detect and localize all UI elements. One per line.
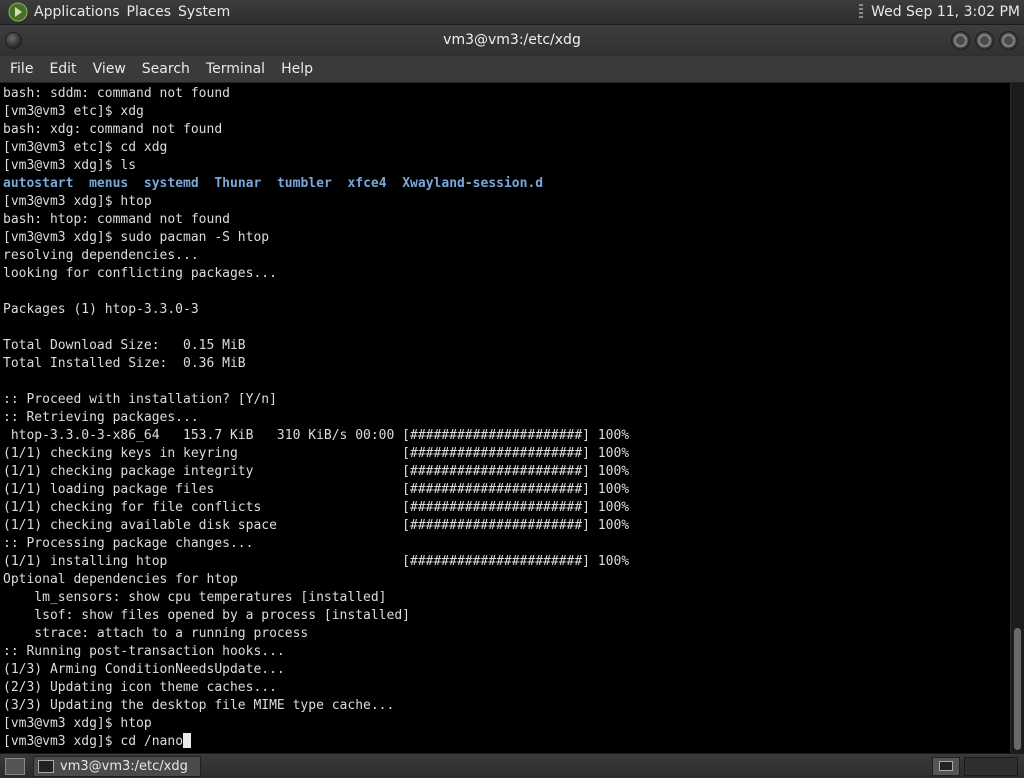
scrollbar-thumb[interactable] bbox=[1014, 628, 1021, 750]
directory-entry: Xwayland-session.d bbox=[402, 176, 544, 191]
applications-menu[interactable]: Applications bbox=[34, 0, 127, 25]
terminal-line: :: Processing package changes... bbox=[3, 536, 254, 551]
terminal-line: (1/1) installing htop [#################… bbox=[3, 554, 630, 569]
terminal-line: :: Proceed with installation? [Y/n] bbox=[3, 392, 277, 407]
directory-entry: menus bbox=[89, 176, 129, 191]
text-cursor bbox=[183, 733, 192, 748]
terminal-line: Optional dependencies for htop bbox=[3, 572, 238, 587]
menubar: File Edit View Search Terminal Help bbox=[0, 56, 1024, 83]
terminal-line: Total Download Size: 0.15 MiB bbox=[3, 338, 246, 353]
panel-handle-icon[interactable] bbox=[859, 4, 864, 20]
terminal-line: htop-3.3.0-3-x86_64 153.7 KiB 310 KiB/s … bbox=[3, 428, 630, 443]
terminal-line: strace: attach to a running process bbox=[3, 626, 309, 641]
terminal-line: lsof: show files opened by a process [in… bbox=[3, 608, 410, 623]
workspace-2[interactable] bbox=[964, 756, 1018, 776]
taskbar-item-label: vm3@vm3:/etc/xdg bbox=[60, 758, 188, 774]
terminal-line: lm_sensors: show cpu temperatures [insta… bbox=[3, 590, 387, 605]
terminal-line: (1/3) Arming ConditionNeedsUpdate... bbox=[3, 662, 285, 677]
terminal-line: (3/3) Updating the desktop file MIME typ… bbox=[3, 698, 395, 713]
prompt: [vm3@vm3 xdg]$ bbox=[3, 734, 121, 749]
menu-terminal[interactable]: Terminal bbox=[198, 56, 273, 83]
current-prompt-line: [vm3@vm3 xdg]$ cd /nano bbox=[3, 733, 1010, 751]
menu-view[interactable]: View bbox=[85, 56, 134, 83]
terminal-line: [vm3@vm3 etc]$ cd xdg bbox=[3, 140, 168, 155]
directory-entry: Thunar bbox=[214, 176, 262, 191]
terminal-line: Packages (1) htop-3.3.0-3 bbox=[3, 302, 199, 317]
menu-file[interactable]: File bbox=[2, 56, 41, 83]
taskbar-item-terminal[interactable]: vm3@vm3:/etc/xdg bbox=[33, 755, 201, 777]
menu-help[interactable]: Help bbox=[273, 56, 321, 83]
terminal-line: :: Running post-transaction hooks... bbox=[3, 644, 285, 659]
terminal-line: (1/1) checking package integrity [######… bbox=[3, 464, 630, 479]
menu-edit[interactable]: Edit bbox=[41, 56, 84, 83]
directory-entry: systemd bbox=[143, 176, 199, 191]
terminal-line: [vm3@vm3 xdg]$ sudo pacman -S htop bbox=[3, 230, 270, 245]
places-menu[interactable]: Places bbox=[127, 0, 179, 25]
terminal-scrollbar[interactable] bbox=[1010, 83, 1024, 753]
top-panel: Applications Places System Wed Sep 11, 3… bbox=[0, 0, 1024, 25]
window-menu-icon[interactable] bbox=[5, 32, 22, 49]
terminal-line: (1/1) checking available disk space [###… bbox=[3, 518, 630, 533]
menu-search[interactable]: Search bbox=[134, 56, 198, 83]
terminal-window: vm3@vm3:/etc/xdg File Edit View Search T… bbox=[0, 25, 1024, 753]
show-desktop-icon[interactable] bbox=[5, 757, 25, 775]
terminal-line: :: Retrieving packages... bbox=[3, 410, 199, 425]
terminal-output[interactable]: bash: sddm: command not found [vm3@vm3 et… bbox=[0, 83, 1010, 753]
terminal-line: looking for conflicting packages... bbox=[3, 266, 277, 281]
terminal-line: (1/1) checking keys in keyring [########… bbox=[3, 446, 630, 461]
directory-entry: tumbler bbox=[276, 176, 332, 191]
close-icon[interactable] bbox=[999, 31, 1018, 50]
terminal-icon bbox=[38, 759, 54, 773]
directory-entry: xfce4 bbox=[347, 176, 387, 191]
command-input[interactable]: cd /nano bbox=[120, 734, 183, 749]
gnome-foot-icon[interactable] bbox=[8, 2, 28, 22]
terminal-line: [vm3@vm3 xdg]$ htop bbox=[3, 716, 152, 731]
workspace-1[interactable] bbox=[932, 756, 960, 776]
terminal-line: resolving dependencies... bbox=[3, 248, 199, 263]
directory-entry: autostart bbox=[3, 176, 74, 191]
terminal-line: Total Installed Size: 0.36 MiB bbox=[3, 356, 246, 371]
terminal-line: (1/1) checking for file conflicts [#####… bbox=[3, 500, 630, 515]
window-titlebar[interactable]: vm3@vm3:/etc/xdg bbox=[0, 25, 1024, 56]
terminal-line: [vm3@vm3 xdg]$ ls bbox=[3, 158, 137, 173]
terminal-line: (2/3) Updating icon theme caches... bbox=[3, 680, 277, 695]
bottom-panel: vm3@vm3:/etc/xdg bbox=[0, 753, 1024, 778]
terminal-line: [vm3@vm3 etc]$ xdg bbox=[3, 104, 144, 119]
system-menu[interactable]: System bbox=[178, 0, 237, 25]
terminal-line: bash: htop: command not found bbox=[3, 212, 230, 227]
terminal-line: [vm3@vm3 xdg]$ htop bbox=[3, 194, 152, 209]
window-thumb-icon bbox=[939, 761, 953, 771]
clock[interactable]: Wed Sep 11, 3:02 PM bbox=[871, 4, 1020, 20]
terminal-line: (1/1) loading package files [###########… bbox=[3, 482, 630, 497]
terminal-line: bash: xdg: command not found bbox=[3, 122, 223, 137]
minimize-icon[interactable] bbox=[951, 31, 970, 50]
terminal-line: bash: sddm: command not found bbox=[3, 86, 230, 101]
window-title: vm3@vm3:/etc/xdg bbox=[443, 32, 581, 48]
ls-output-line: autostart menus systemd Thunar tumbler x… bbox=[3, 175, 1010, 193]
maximize-icon[interactable] bbox=[975, 31, 994, 50]
